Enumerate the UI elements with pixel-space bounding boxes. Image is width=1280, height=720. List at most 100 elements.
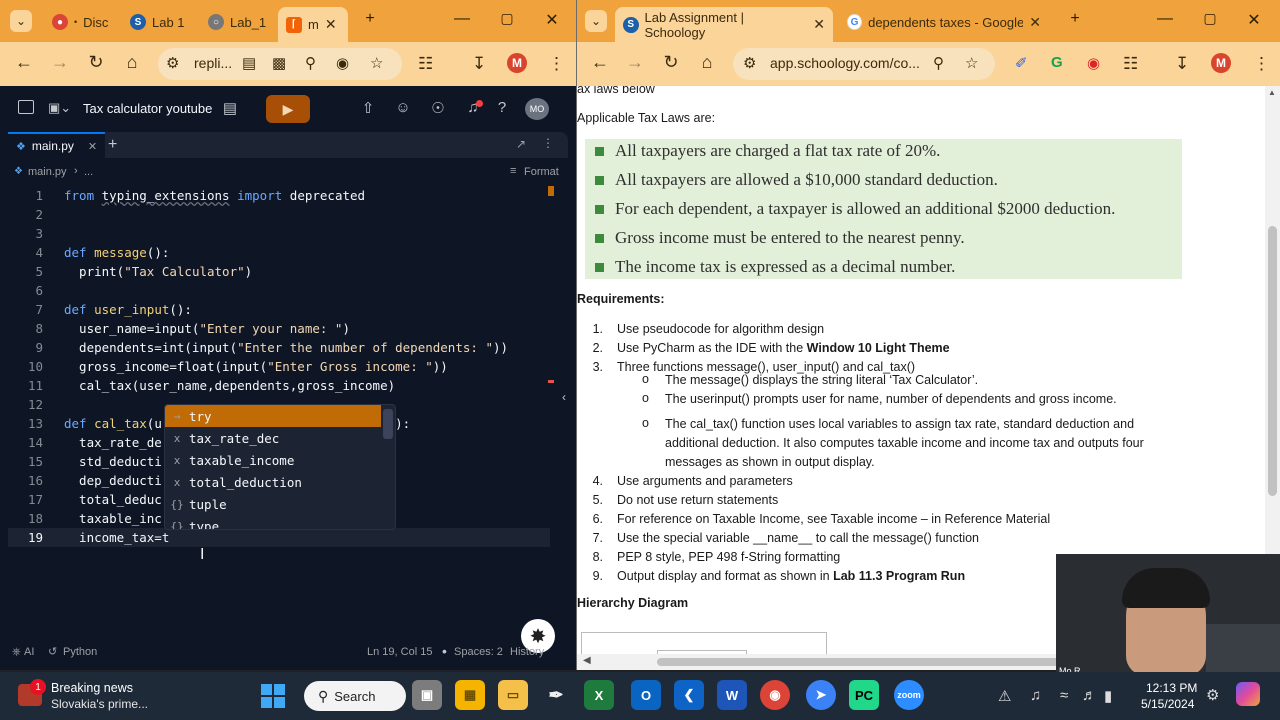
bookmark-star-icon[interactable]: ☆	[370, 54, 383, 72]
menu-dots-icon[interactable]: ⋮	[548, 54, 565, 74]
code-line[interactable]: 7 def user_input():	[8, 300, 191, 319]
download-icon[interactable]: ↧	[472, 54, 486, 74]
news-title[interactable]: Breaking news	[51, 681, 133, 695]
pen-app-icon[interactable]: ✒	[541, 680, 571, 710]
autocomplete-item[interactable]: → try	[165, 405, 381, 427]
code-line[interactable]: 12	[8, 395, 64, 414]
replit-logo-icon[interactable]: ▣⌄	[48, 100, 71, 116]
autocomplete-item[interactable]: x taxable_income	[165, 449, 381, 471]
site-info-icon[interactable]: ⚙	[166, 54, 179, 72]
autocomplete-item[interactable]: x tax_rate_dec	[165, 427, 381, 449]
globe-icon[interactable]: ☉	[428, 99, 448, 117]
volume-icon[interactable]: ♬	[1082, 687, 1097, 704]
extension-red-icon[interactable]: ◉	[1087, 54, 1100, 72]
autocomplete-popup[interactable]: → try x tax_rate_dec x taxable_income x total_d…	[164, 404, 396, 530]
expand-icon[interactable]: ↗	[516, 137, 526, 151]
zoom-icon[interactable]: ⚲	[933, 54, 944, 72]
battery-icon[interactable]: ▮	[1104, 687, 1112, 705]
autocomplete-item[interactable]: x total_deduction	[165, 471, 381, 493]
scroll-left-icon[interactable]: ◀	[583, 655, 591, 666]
windows-start-icon[interactable]	[261, 684, 285, 708]
invite-icon[interactable]: ☺	[393, 99, 413, 116]
project-title[interactable]: Tax calculator youtube	[83, 101, 212, 116]
zoom-app-icon[interactable]: zoom	[894, 680, 924, 710]
code-line[interactable]: 10 gross_income=float(input("Enter Gross…	[8, 357, 448, 376]
sidebar-toggle-icon[interactable]	[18, 100, 34, 114]
vscode-icon[interactable]: ❮	[674, 680, 704, 710]
excel-icon[interactable]: X	[584, 680, 614, 710]
right-tab-1[interactable]: G dependents taxes - Google ✕	[839, 7, 1049, 37]
news-subtitle[interactable]: Slovakia's prime...	[51, 697, 148, 711]
clipboard-icon[interactable]: ▤	[242, 54, 256, 72]
code-line[interactable]: 6	[8, 281, 64, 300]
collapse-arrow-icon[interactable]: ‹	[562, 390, 566, 404]
autocomplete-item[interactable]: {} type	[165, 515, 381, 530]
forward-icon[interactable]: →	[623, 52, 647, 73]
code-line[interactable]: 4 def message():	[8, 243, 169, 262]
left-tab-3-active[interactable]: ⌈ m ✕	[278, 7, 348, 42]
close-file-icon[interactable]: ✕	[88, 140, 97, 153]
copilot-icon[interactable]	[1236, 682, 1260, 706]
code-line[interactable]: 8 user_name=input("Enter your name: ")	[8, 319, 350, 338]
close-window-icon[interactable]: ✕	[540, 10, 564, 30]
close-window-icon[interactable]: ✕	[1242, 10, 1266, 30]
home-icon[interactable]: ⌂	[120, 52, 144, 73]
home-icon[interactable]: ⌂	[695, 52, 719, 73]
pane-menu-icon[interactable]: ⋮	[542, 136, 554, 150]
taskbar-search-box[interactable]: ⚲ Search	[304, 681, 406, 711]
code-line[interactable]: 9 dependents=int(input("Enter the number…	[8, 338, 508, 357]
bookmark-star-icon[interactable]: ☆	[965, 54, 978, 72]
telegram-icon[interactable]: ➤	[806, 680, 836, 710]
menu-dots-icon[interactable]: ⋮	[1253, 54, 1270, 74]
back-icon[interactable]: ←	[12, 52, 36, 73]
file-tab-main[interactable]: ❖ main.py ✕	[8, 132, 106, 158]
code-line[interactable]: 11 cal_tax(user_name,dependents,gross_in…	[8, 376, 395, 395]
ai-label[interactable]: AI	[24, 646, 34, 658]
screenshot-icon[interactable]: ▩	[272, 54, 286, 72]
run-button[interactable]: ▶	[266, 95, 310, 123]
tab-search-icon[interactable]: ⌄	[585, 10, 607, 32]
left-tab-1[interactable]: S Lab 1	[122, 7, 193, 37]
pycharm-icon[interactable]: PC	[849, 680, 879, 710]
back-icon[interactable]: ←	[588, 52, 612, 73]
code-line[interactable]: 2	[8, 205, 64, 224]
minimize-icon[interactable]: —	[450, 10, 474, 28]
add-tab-icon[interactable]: +	[108, 136, 117, 154]
word-icon[interactable]: W	[717, 680, 747, 710]
left-tab-0[interactable]: ● • Disc	[44, 7, 116, 37]
tab-search-icon[interactable]: ⌄	[10, 10, 32, 32]
minimize-icon[interactable]: —	[1153, 10, 1177, 28]
chrome-taskbar-icon[interactable]: ◉	[760, 680, 790, 710]
reload-icon[interactable]: ↻	[659, 52, 683, 73]
code-line[interactable]: 15 std_deducti	[8, 452, 162, 471]
ai-icon[interactable]: ⎈	[12, 646, 21, 659]
new-tab-icon[interactable]: +	[1063, 10, 1087, 28]
grammarly-icon[interactable]: G	[1051, 54, 1063, 71]
new-tab-icon[interactable]: +	[358, 10, 382, 28]
extensions-icon[interactable]: ☷	[418, 54, 433, 74]
format-icon[interactable]: ≡	[510, 165, 516, 177]
code-line[interactable]: 5 print("Tax Calculator")	[8, 262, 252, 281]
extension-pen-icon[interactable]: ✐	[1015, 54, 1028, 72]
language-label[interactable]: Python	[63, 646, 97, 658]
close-tab-icon[interactable]: ✕	[813, 16, 825, 33]
extensions-icon[interactable]: ☷	[1123, 54, 1138, 74]
maximize-icon[interactable]: ▢	[495, 10, 519, 27]
code-line[interactable]: 14 tax_rate_de	[8, 433, 162, 452]
maximize-icon[interactable]: ▢	[1198, 10, 1222, 27]
format-button[interactable]: Format	[524, 166, 559, 178]
profile-avatar[interactable]: M	[507, 53, 527, 73]
scroll-up-icon[interactable]: ▲	[1268, 88, 1276, 97]
clock-time[interactable]: 12:13 PM	[1146, 681, 1197, 695]
eye-off-icon[interactable]: ◉	[336, 54, 349, 72]
right-tab-0-active[interactable]: S Lab Assignment | Schoology ✕	[615, 7, 833, 42]
zoom-icon[interactable]: ⚲	[305, 54, 316, 72]
user-avatar[interactable]: MO	[525, 98, 549, 120]
forward-icon[interactable]: →	[48, 52, 72, 73]
tray-overflow-icon[interactable]: ⚠	[998, 687, 1011, 705]
history-label[interactable]: History	[510, 646, 544, 658]
download-icon[interactable]: ↧	[1175, 54, 1189, 74]
outlook-icon[interactable]: O	[631, 680, 661, 710]
code-line[interactable]: 3	[8, 224, 64, 243]
reload-icon[interactable]: ↻	[84, 52, 108, 73]
